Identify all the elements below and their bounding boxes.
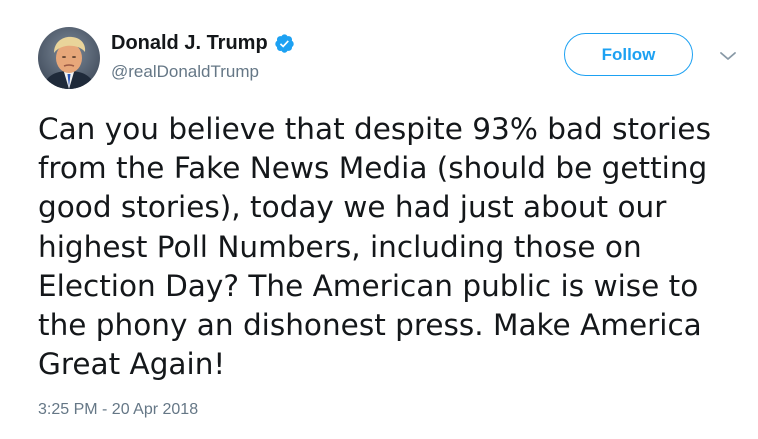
- chevron-down-icon[interactable]: [718, 48, 738, 62]
- avatar-image: [38, 27, 100, 89]
- follow-button[interactable]: Follow: [564, 33, 693, 76]
- avatar[interactable]: [38, 27, 100, 89]
- tweet-card: Donald J. Trump @realDonaldTrump Follow …: [0, 0, 758, 439]
- verified-badge-icon: [274, 33, 295, 54]
- tweet-text: Can you believe that despite 93% bad sto…: [38, 112, 711, 382]
- author-display-name[interactable]: Donald J. Trump: [111, 31, 268, 55]
- tweet-timestamp[interactable]: 3:25 PM - 20 Apr 2018: [38, 401, 198, 419]
- author-handle[interactable]: @realDonaldTrump: [111, 62, 259, 82]
- author-name-row: Donald J. Trump: [111, 31, 295, 55]
